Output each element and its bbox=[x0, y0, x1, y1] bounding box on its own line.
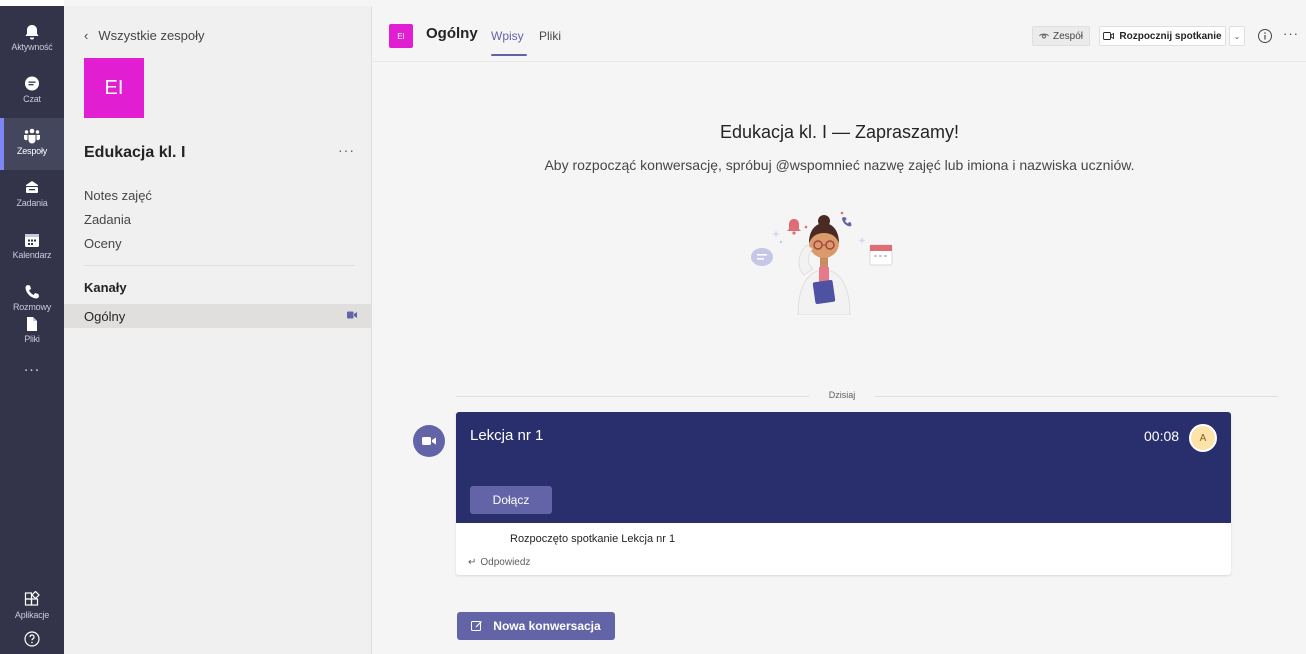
video-camera-icon bbox=[1103, 32, 1115, 40]
start-meeting-button[interactable]: Rozpocznij spotkanie bbox=[1099, 26, 1226, 46]
join-meeting-button[interactable]: Dołącz bbox=[470, 486, 552, 514]
channel-team-avatar: EI bbox=[389, 24, 413, 48]
new-conversation-label: Nowa konwersacja bbox=[493, 619, 601, 633]
meeting-started-message: Rozpoczęto spotkanie Lekcja nr 1 bbox=[510, 533, 676, 545]
info-icon[interactable] bbox=[1257, 28, 1273, 44]
rail-item-teams[interactable]: Zespoły bbox=[0, 118, 64, 170]
rail-label-activity: Aktywność bbox=[11, 42, 53, 52]
rail-item-assignments[interactable]: Zadania bbox=[0, 170, 64, 222]
back-to-all-teams-link[interactable]: ‹ Wszystkie zespoły bbox=[84, 28, 205, 43]
rail-label-teams: Zespoły bbox=[16, 146, 48, 156]
rail-item-activity[interactable]: Aktywność bbox=[0, 14, 64, 66]
rail-label-files: Pliki bbox=[24, 334, 40, 344]
meeting-post-avatar bbox=[413, 425, 445, 457]
teacher-illustration bbox=[751, 211, 893, 315]
rail-label-apps: Aplikacje bbox=[14, 610, 50, 620]
channel-item-general[interactable]: Ogólny bbox=[64, 304, 371, 328]
teams-window: Aktywność Czat Zespoły Zadania Kalendarz… bbox=[0, 0, 1306, 654]
rail-item-calendar[interactable]: Kalendarz bbox=[0, 222, 64, 274]
welcome-title: Edukacja kl. I — Zapraszamy! bbox=[719, 122, 960, 142]
team-link-class-notebook[interactable]: Notes zajęć bbox=[84, 188, 152, 203]
tab-posts[interactable]: Wpisy bbox=[491, 29, 524, 43]
chevron-left-icon: ‹ bbox=[84, 28, 89, 43]
meeting-options-dropdown[interactable]: ⌄ bbox=[1229, 26, 1245, 46]
new-conversation-button[interactable]: Nowa konwersacja bbox=[457, 612, 615, 640]
rail-item-apps[interactable]: Aplikacje bbox=[0, 582, 64, 634]
meeting-duration: 00:08 bbox=[1144, 428, 1180, 444]
active-tab-indicator bbox=[491, 54, 527, 56]
reply-label: Odpowiedz bbox=[480, 557, 531, 568]
calendar-icon bbox=[25, 234, 39, 247]
meeting-card-banner: Lekcja nr 1 00:08 A Dołącz bbox=[456, 412, 1231, 523]
rail-more-button[interactable]: ... bbox=[0, 358, 64, 376]
assignments-icon bbox=[26, 181, 38, 193]
rail-label-calendar: Kalendarz bbox=[12, 250, 52, 260]
start-meeting-label: Rozpocznij spotkanie bbox=[1119, 30, 1222, 42]
pane-divider bbox=[84, 265, 355, 266]
app-rail: Aktywność Czat Zespoły Zadania Kalendarz… bbox=[0, 0, 64, 654]
team-button-label: Zespół bbox=[1052, 30, 1083, 42]
phone-icon bbox=[25, 285, 39, 299]
back-label: Wszystkie zespoły bbox=[98, 28, 205, 43]
compose-icon bbox=[471, 621, 483, 631]
chevron-down-icon: ⌄ bbox=[1233, 31, 1241, 41]
channel-title: Ogólny bbox=[426, 25, 478, 42]
teams-icon bbox=[24, 128, 40, 144]
rail-item-files[interactable]: Pliki bbox=[0, 306, 64, 358]
apps-icon bbox=[24, 591, 40, 606]
team-link-grades[interactable]: Oceny bbox=[84, 236, 122, 251]
help-icon bbox=[24, 631, 40, 647]
chat-icon bbox=[25, 76, 39, 91]
video-camera-icon bbox=[347, 311, 357, 319]
team-pane: ‹ Wszystkie zespoły EI Edukacja kl. I ···… bbox=[64, 6, 372, 654]
team-button[interactable]: Zespół bbox=[1032, 26, 1090, 46]
tab-files[interactable]: Pliki bbox=[539, 29, 561, 43]
participant-avatar[interactable]: A bbox=[1189, 424, 1217, 452]
team-avatar[interactable]: EI bbox=[84, 58, 144, 118]
team-link-assignments[interactable]: Zadania bbox=[84, 212, 131, 227]
channels-header: Kanały bbox=[84, 280, 127, 295]
bell-icon bbox=[25, 25, 39, 40]
date-divider-line-left bbox=[456, 396, 809, 397]
rail-label-chat: Czat bbox=[23, 94, 41, 104]
channel-header: EI Ogólny Wpisy Pliki Zespół Rozpocznij … bbox=[373, 6, 1306, 62]
date-divider-line-right bbox=[875, 396, 1278, 397]
eye-icon bbox=[1039, 33, 1049, 39]
file-icon bbox=[27, 317, 37, 331]
meeting-title: Lekcja nr 1 bbox=[470, 427, 544, 444]
reply-button[interactable]: ↵ Odpowiedz bbox=[468, 557, 530, 568]
team-name: Edukacja kl. I bbox=[84, 144, 186, 161]
channel-name: Ogólny bbox=[84, 309, 126, 324]
video-camera-icon bbox=[422, 437, 436, 445]
rail-label-assignments: Zadania bbox=[16, 198, 48, 208]
header-more-options-button[interactable]: ··· bbox=[1283, 26, 1299, 41]
rail-item-chat[interactable]: Czat bbox=[0, 66, 64, 118]
team-more-options-button[interactable]: ··· bbox=[338, 142, 355, 158]
date-divider-label: Dzisiaj bbox=[828, 390, 856, 400]
rail-item-help[interactable] bbox=[0, 628, 64, 654]
welcome-subtitle: Aby rozpocząć konwersację, spróbuj @wspo… bbox=[544, 157, 1135, 173]
reply-arrow-icon: ↵ bbox=[468, 557, 477, 568]
meeting-card: Lekcja nr 1 00:08 A Dołącz Rozpoczęto sp… bbox=[456, 412, 1231, 575]
